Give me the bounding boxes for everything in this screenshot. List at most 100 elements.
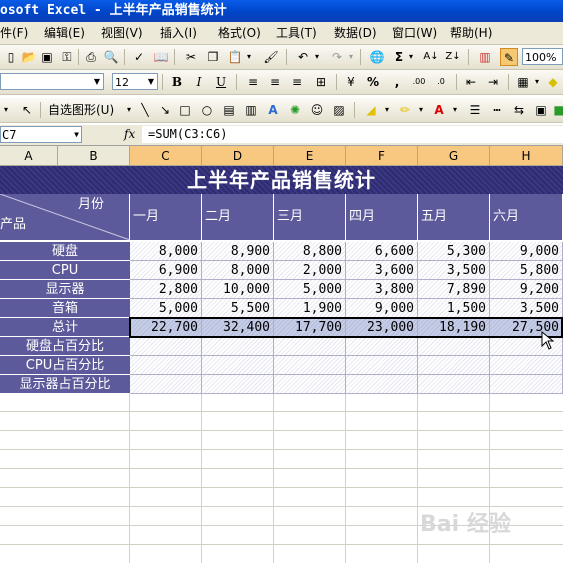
autoshapes-menu[interactable]: 自选图形(U) [48,99,114,121]
data-cell[interactable]: 5,000 [130,299,202,318]
menu-help[interactable]: 帮助(H) [450,22,492,44]
total-cell[interactable]: 18,190 [418,318,490,337]
row-label[interactable]: 显示器 [0,280,130,299]
italic-icon[interactable]: I [190,73,208,91]
data-cell[interactable] [274,375,346,394]
data-cell[interactable] [346,375,418,394]
increase-decimal-icon[interactable]: .00 [410,73,428,91]
row-label[interactable]: CPU占百分比 [0,356,130,375]
open-icon[interactable]: 📂 [20,48,38,66]
print-icon[interactable]: ⎙ [82,48,100,66]
comma-style-icon[interactable]: , [388,73,406,91]
textbox-icon[interactable]: ▤ [220,101,238,119]
column-header-b[interactable]: B [58,146,130,166]
menu-insert[interactable]: 插入(I) [160,22,197,44]
menu-format[interactable]: 格式(O) [218,22,261,44]
new-icon[interactable]: ▯ [2,48,20,66]
month-header[interactable]: 三月 [274,194,346,240]
column-header-g[interactable]: G [418,146,490,166]
font-color-icon[interactable]: A [430,101,448,119]
column-header-e[interactable]: E [274,146,346,166]
borders-icon[interactable]: ▦ [514,73,532,91]
month-header[interactable]: 二月 [202,194,274,240]
chart-wizard-icon[interactable]: ▥ [476,48,494,66]
undo-icon[interactable]: ↶ [294,48,312,66]
underline-icon[interactable]: U [212,73,230,91]
bold-icon[interactable]: B [168,73,186,91]
month-header[interactable]: 六月 [490,194,563,240]
data-cell[interactable] [490,356,563,375]
arrow-icon[interactable]: ↘ [156,101,174,119]
line-icon[interactable]: ╲ [136,101,154,119]
data-cell[interactable]: 7,890 [418,280,490,299]
menu-view[interactable]: 视图(V) [101,22,143,44]
zoom-combo[interactable]: 100% [522,48,563,65]
data-cell[interactable] [202,375,274,394]
data-cell[interactable]: 3,500 [490,299,563,318]
data-cell[interactable]: 5,500 [202,299,274,318]
corner-header-cell[interactable]: 月份 产品 [0,194,130,240]
month-header[interactable]: 一月 [130,194,202,240]
data-cell[interactable] [346,337,418,356]
line-style-icon[interactable]: ☰ [466,101,484,119]
increase-indent-icon[interactable]: ⇥ [484,73,502,91]
data-cell[interactable] [274,356,346,375]
row-label[interactable]: 硬盘 [0,242,130,261]
borders-dropdown-icon[interactable]: ▾ [532,73,542,91]
data-cell[interactable]: 3,500 [418,261,490,280]
data-cell[interactable]: 6,900 [130,261,202,280]
data-cell[interactable] [202,337,274,356]
data-cell[interactable] [418,356,490,375]
fx-icon[interactable]: fx [124,127,135,141]
copy-icon[interactable]: ❐ [204,48,222,66]
oval-icon[interactable]: ○ [198,101,216,119]
menu-edit[interactable]: 编辑(E) [44,22,85,44]
row-label[interactable]: 总计 [0,318,130,337]
data-cell[interactable]: 8,000 [130,242,202,261]
autosum-dropdown-icon[interactable]: ▾ [406,48,416,66]
percent-icon[interactable]: % [364,73,382,91]
data-cell[interactable]: 9,000 [346,299,418,318]
data-cell[interactable]: 1,900 [274,299,346,318]
data-cell[interactable] [130,337,202,356]
merge-center-icon[interactable]: ⊞ [312,73,330,91]
autoshapes-dropdown-icon[interactable]: ▾ [124,101,134,119]
data-cell[interactable]: 1,500 [418,299,490,318]
clipart-icon[interactable]: ☺ [308,101,326,119]
data-cell[interactable] [274,337,346,356]
data-cell[interactable]: 3,600 [346,261,418,280]
decrease-decimal-icon[interactable]: .0 [432,73,450,91]
total-cell[interactable]: 23,000 [346,318,418,337]
align-left-icon[interactable]: ≡ [244,73,262,91]
fill-color-bucket-icon[interactable]: ◢ [362,101,380,119]
permission-icon[interactable]: ⚿ [58,48,76,66]
data-cell[interactable]: 10,000 [202,280,274,299]
3d-icon[interactable]: ■ [550,101,563,119]
data-cell[interactable]: 5,800 [490,261,563,280]
font-name-combo[interactable]: ▼ [0,73,104,90]
data-cell[interactable] [202,356,274,375]
column-header-f[interactable]: F [346,146,418,166]
shadow-icon[interactable]: ▣ [532,101,550,119]
sort-ascending-icon[interactable]: A↓ [422,48,440,66]
row-label[interactable]: 音箱 [0,299,130,318]
paste-icon[interactable]: 📋 [226,48,244,66]
draw-dropdown-icon[interactable]: ▾ [0,101,12,119]
print-preview-icon[interactable]: 🔍 [102,48,120,66]
data-cell[interactable] [418,375,490,394]
align-center-icon[interactable]: ≡ [266,73,284,91]
decrease-indent-icon[interactable]: ⇤ [462,73,480,91]
name-box[interactable]: C7 ▼ [0,126,82,143]
paste-dropdown-icon[interactable]: ▾ [244,48,254,66]
redo-dropdown-icon[interactable]: ▾ [346,48,356,66]
data-cell[interactable]: 5,300 [418,242,490,261]
total-cell[interactable]: 22,700 [130,318,202,337]
wordart-icon[interactable]: A [264,101,282,119]
total-cell[interactable]: 17,700 [274,318,346,337]
redo-icon[interactable]: ↷ [328,48,346,66]
data-cell[interactable]: 2,000 [274,261,346,280]
drawing-icon[interactable]: ✎ [500,48,518,66]
data-cell[interactable]: 8,000 [202,261,274,280]
diagram-icon[interactable]: ✺ [286,101,304,119]
row-label[interactable]: CPU [0,261,130,280]
